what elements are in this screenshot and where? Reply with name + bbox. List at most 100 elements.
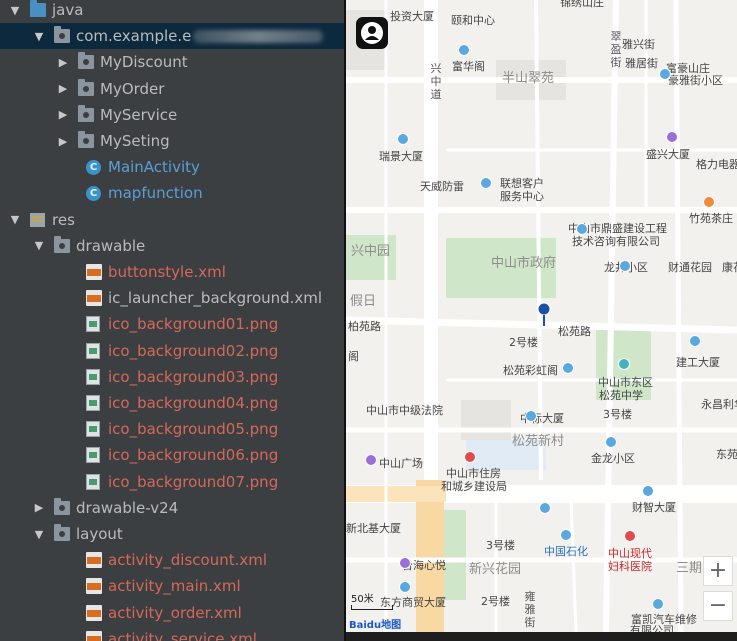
map-place-label[interactable]: 格力电器: [696, 156, 737, 172]
poi-marker[interactable]: [399, 557, 411, 569]
poi-marker[interactable]: [525, 410, 537, 422]
tree-item[interactable]: ico_background03.png: [0, 364, 344, 390]
map-place-label[interactable]: 锦绣山庄: [560, 0, 604, 10]
map-place-label[interactable]: 松苑新村: [512, 430, 564, 449]
tree-item[interactable]: ico_background06.png: [0, 442, 344, 468]
tree-item[interactable]: ▼ layout: [0, 521, 344, 547]
expand-arrow-down-icon[interactable]: ▼: [8, 3, 22, 17]
expand-arrow-down-icon[interactable]: ▼: [32, 239, 46, 253]
map-place-label[interactable]: 三期: [676, 557, 702, 576]
map-view[interactable]: 投资大厦 颐和中心 锦绣山庄 雅兴街 富华阁 半山翠苑 雅居街 富豪山庄 豪雅街小区 瑞景大厦 盛兴…: [346, 0, 737, 632]
poi-marker[interactable]: [539, 502, 551, 514]
map-place-label[interactable]: 中山市政府: [491, 252, 556, 271]
poi-marker[interactable]: [399, 581, 411, 593]
map-place-label[interactable]: 中山市中级法院: [366, 402, 443, 418]
map-place-label[interactable]: 有限公司: [630, 622, 674, 632]
map-place-label[interactable]: 松苑彩虹阁: [503, 362, 558, 378]
poi-marker[interactable]: [458, 44, 470, 56]
map-place-label[interactable]: 阁: [348, 348, 359, 364]
expand-arrow-right-icon[interactable]: ▶: [56, 134, 70, 148]
map-place-label[interactable]: 雅兴街: [622, 36, 655, 52]
tree-item[interactable]: ▼ java: [0, 0, 344, 23]
tree-item[interactable]: ico_background02.png: [0, 338, 344, 364]
map-place-label[interactable]: 东苑路: [716, 446, 737, 462]
map-place-label[interactable]: 兴中园: [351, 240, 390, 259]
avatar-button[interactable]: [356, 17, 388, 49]
map-place-label[interactable]: 康花园: [722, 259, 737, 275]
tree-item[interactable]: ▶ drawable-v24: [0, 495, 344, 521]
expand-arrow-right-icon[interactable]: ▶: [56, 108, 70, 122]
map-place-label[interactable]: 妇科医院: [608, 558, 652, 574]
tree-item[interactable]: ▶ MyService: [0, 102, 344, 128]
expand-arrow-down-icon[interactable]: ▼: [8, 213, 22, 227]
map-place-label[interactable]: 建工大厦: [676, 354, 720, 370]
map-place-label[interactable]: 中国石化: [544, 543, 588, 559]
map-place-label[interactable]: 瑞景大厦: [379, 148, 423, 164]
map-place-label[interactable]: 技术咨询有限公司: [572, 233, 660, 249]
map-place-label[interactable]: 3号楼: [603, 406, 632, 422]
poi-marker[interactable]: [562, 362, 574, 374]
tree-item[interactable]: ▶ MySeting: [0, 128, 344, 154]
map-place-label[interactable]: 松苑中学: [599, 387, 643, 403]
map-place-label[interactable]: 半山翠苑: [502, 67, 554, 86]
tree-item[interactable]: ▶ MyDiscount: [0, 49, 344, 75]
map-place-label[interactable]: 投资大厦: [390, 8, 434, 24]
tree-item[interactable]: ▼ com.example.e: [0, 23, 344, 50]
tree-item[interactable]: ▶ MyOrder: [0, 76, 344, 102]
poi-marker[interactable]: [642, 485, 654, 497]
poi-marker[interactable]: [659, 68, 671, 80]
map-place-label[interactable]: 富华阁: [452, 58, 485, 74]
poi-marker[interactable]: [560, 529, 572, 541]
expand-arrow-right-icon[interactable]: ▶: [32, 501, 46, 515]
map-place-label[interactable]: 新北基大厦: [346, 520, 401, 536]
map-place-label[interactable]: 雅居街: [625, 55, 658, 71]
map-place-label[interactable]: 服务中心: [500, 188, 544, 204]
map-place-label[interactable]: 金龙小区: [591, 450, 635, 466]
tree-item[interactable]: activity_discount.xml: [0, 547, 344, 573]
expand-arrow-right-icon[interactable]: ▶: [56, 55, 70, 69]
poi-marker[interactable]: [365, 454, 377, 466]
expand-arrow-down-icon[interactable]: ▼: [32, 527, 46, 541]
zoom-in-button[interactable]: +: [703, 556, 733, 586]
map-place-label[interactable]: 3号楼: [486, 537, 515, 553]
poi-marker[interactable]: [397, 133, 409, 145]
map-place-label[interactable]: 新兴花园: [469, 558, 521, 577]
expand-arrow-down-icon[interactable]: ▼: [32, 29, 46, 43]
map-place-label[interactable]: 竹苑茶庄: [689, 210, 733, 226]
map-place-label[interactable]: 柏苑路: [348, 318, 381, 334]
tree-item[interactable]: ico_background07.png: [0, 469, 344, 495]
tree-item[interactable]: activity_service.xml: [0, 626, 344, 641]
tree-item[interactable]: buttonstyle.xml: [0, 259, 344, 285]
map-place-label[interactable]: 中山广场: [379, 455, 423, 471]
map-place-label[interactable]: 财智大厦: [632, 499, 676, 515]
map-place-label[interactable]: 兴中道: [430, 62, 442, 101]
map-place-label[interactable]: 2号楼: [481, 593, 510, 609]
poi-marker[interactable]: [480, 177, 492, 189]
map-place-label[interactable]: 颐和中心: [451, 12, 495, 28]
tree-item[interactable]: C MainActivity: [0, 154, 344, 180]
map-place-label[interactable]: 松苑路: [558, 323, 591, 339]
map-place-label[interactable]: 翠盈街: [610, 30, 622, 69]
tree-item[interactable]: ico_background04.png: [0, 390, 344, 416]
tree-item[interactable]: Cmapfunction: [0, 180, 344, 206]
poi-marker[interactable]: [624, 530, 636, 542]
tree-item[interactable]: ▼ drawable: [0, 233, 344, 259]
map-place-label[interactable]: 豪雅街小区: [668, 72, 723, 88]
tree-item[interactable]: ico_background05.png: [0, 416, 344, 442]
tree-item[interactable]: activity_order.xml: [0, 600, 344, 626]
poi-marker[interactable]: [619, 260, 631, 272]
tree-item[interactable]: ▼ res: [0, 207, 344, 233]
poi-marker[interactable]: [464, 451, 476, 463]
tree-item[interactable]: activity_main.xml: [0, 573, 344, 599]
poi-marker[interactable]: [605, 436, 617, 448]
map-place-label[interactable]: 假日: [350, 290, 376, 309]
poi-marker[interactable]: [576, 223, 588, 235]
poi-marker[interactable]: [703, 196, 715, 208]
map-place-label[interactable]: 雍雅街: [524, 590, 536, 629]
tree-item[interactable]: ic_launcher_background.xml: [0, 285, 344, 311]
map-place-label[interactable]: 财通花园: [668, 259, 712, 275]
poi-marker[interactable]: [689, 335, 701, 347]
expand-arrow-right-icon[interactable]: ▶: [56, 82, 70, 96]
location-pin-icon[interactable]: [537, 302, 551, 326]
map-place-label[interactable]: 盛兴大厦: [646, 146, 690, 162]
